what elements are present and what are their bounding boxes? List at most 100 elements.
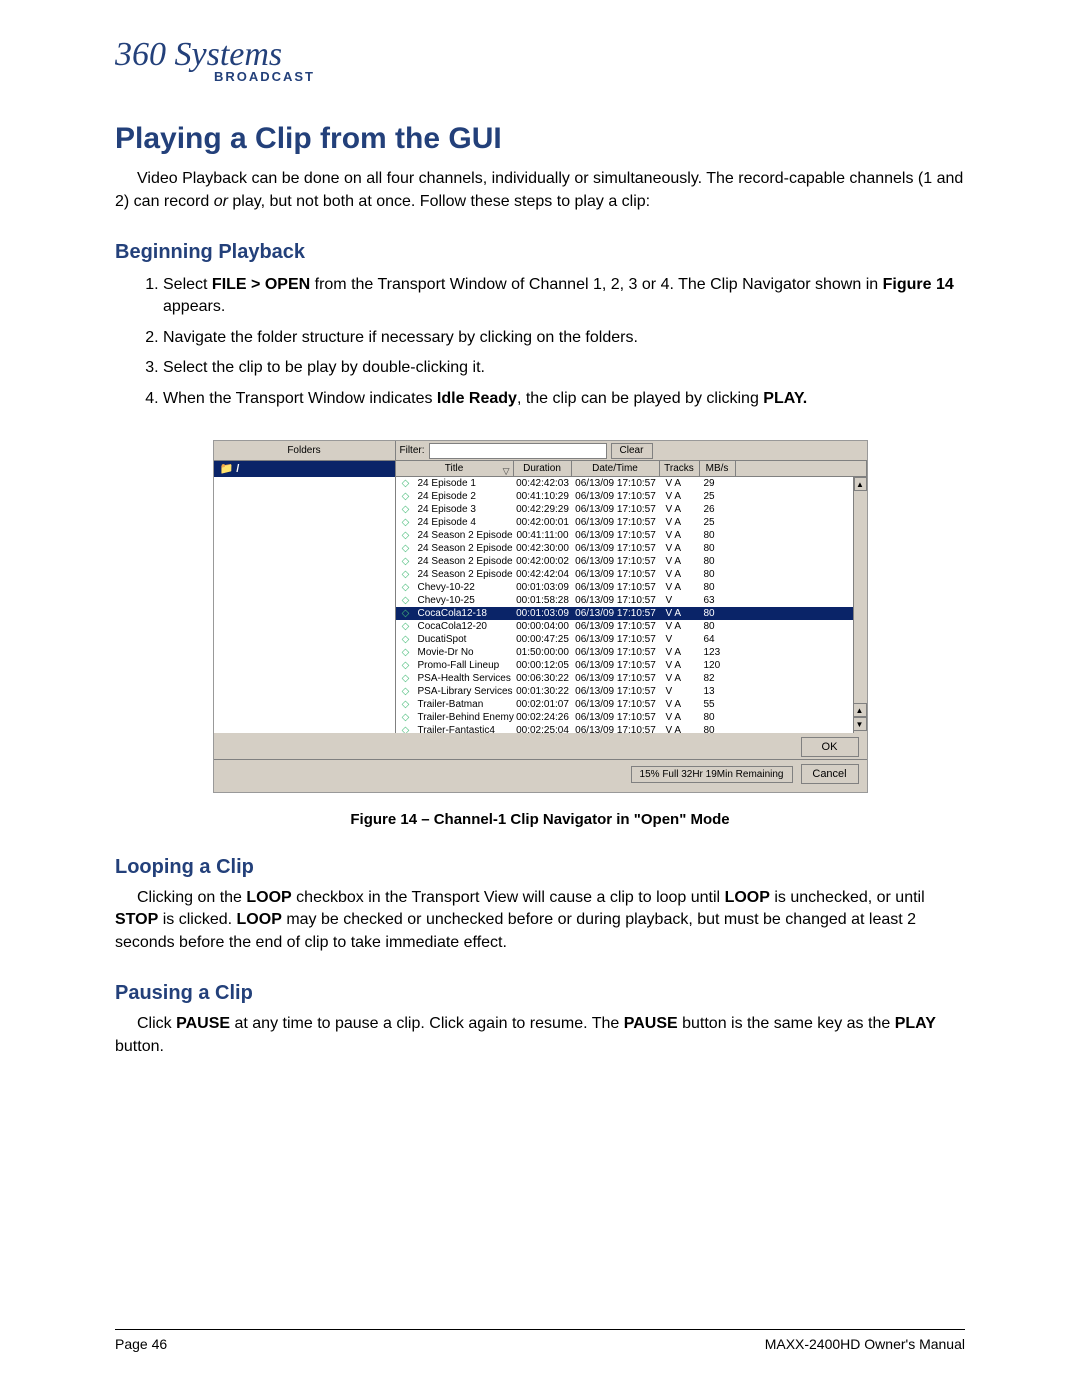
cell-mbs: 13 [700, 685, 736, 698]
table-row[interactable]: ◇Chevy-10-2500:01:58:2806/13/09 17:10:57… [396, 594, 867, 607]
cell-datetime: 06/13/09 17:10:57 [572, 516, 660, 529]
table-row[interactable]: ◇24 Episode 100:42:42:0306/13/09 17:10:5… [396, 477, 867, 490]
sort-desc-icon: ▽ [503, 464, 510, 476]
cell-tracks: V A [660, 620, 700, 633]
clip-icon: ◇ [396, 594, 416, 607]
logo-text: 360 Systems [115, 40, 325, 71]
filter-input[interactable] [429, 443, 607, 459]
table-row[interactable]: ◇24 Season 2 Episode 100:42:42:0406/13/0… [396, 568, 867, 581]
cell-tracks: V A [660, 555, 700, 568]
cell-duration: 00:02:25:04 [514, 724, 572, 733]
table-row[interactable]: ◇PSA-Health Services00:06:30:2206/13/09 … [396, 672, 867, 685]
table-row[interactable]: ◇CocaCola12-2000:00:04:0006/13/09 17:10:… [396, 620, 867, 633]
table-row[interactable]: ◇DucatiSpot00:00:47:2506/13/09 17:10:57V… [396, 633, 867, 646]
cell-datetime: 06/13/09 17:10:57 [572, 490, 660, 503]
table-row[interactable]: ◇24 Episode 300:42:29:2906/13/09 17:10:5… [396, 503, 867, 516]
cell-title: PSA-Health Services [416, 672, 514, 685]
cell-duration: 00:02:24:26 [514, 711, 572, 724]
table-row[interactable]: ◇Trailer-Batman00:02:01:0706/13/09 17:10… [396, 698, 867, 711]
cell-title: Promo-Fall Lineup [416, 659, 514, 672]
cell-tracks: V A [660, 529, 700, 542]
clear-button[interactable]: Clear [611, 443, 653, 459]
cell-tracks: V A [660, 672, 700, 685]
col-duration[interactable]: Duration [514, 461, 572, 476]
cell-datetime: 06/13/09 17:10:57 [572, 685, 660, 698]
table-row[interactable]: ◇Movie-Dr No01:50:00:0006/13/09 17:10:57… [396, 646, 867, 659]
cell-datetime: 06/13/09 17:10:57 [572, 555, 660, 568]
clip-icon: ◇ [396, 646, 416, 659]
table-row[interactable]: ◇Promo-Fall Lineup00:00:12:0506/13/09 17… [396, 659, 867, 672]
cell-duration: 00:01:58:28 [514, 594, 572, 607]
table-row[interactable]: ◇24 Season 2 Episode 200:41:11:0006/13/0… [396, 529, 867, 542]
clip-list-header: Title▽ Duration Date/Time Tracks MB/s [396, 461, 867, 477]
scrollbar-main[interactable]: ▲ ▲ ▼ [853, 477, 867, 733]
ok-button[interactable]: OK [801, 737, 859, 757]
cancel-button[interactable]: Cancel [801, 764, 859, 784]
table-row[interactable]: ◇24 Season 2 Episode 400:42:00:0206/13/0… [396, 555, 867, 568]
step-1: Select FILE > OPEN from the Transport Wi… [163, 274, 965, 319]
folders-tree[interactable]: 📁 / [214, 461, 396, 733]
cell-tracks: V A [660, 711, 700, 724]
heading-pausing: Pausing a Clip [115, 982, 965, 1005]
cell-duration: 00:42:42:03 [514, 477, 572, 490]
clip-icon: ◇ [396, 685, 416, 698]
table-row[interactable]: ◇24 Episode 400:42:00:0106/13/09 17:10:5… [396, 516, 867, 529]
cell-title: 24 Episode 2 [416, 490, 514, 503]
cell-mbs: 80 [700, 542, 736, 555]
scroll-up-icon[interactable]: ▲ [854, 477, 867, 491]
cell-mbs: 120 [700, 659, 736, 672]
cell-datetime: 06/13/09 17:10:57 [572, 672, 660, 685]
heading-looping: Looping a Clip [115, 856, 965, 879]
table-row[interactable]: ◇Trailer-Behind Enemy Lines00:02:24:2606… [396, 711, 867, 724]
col-tracks[interactable]: Tracks [660, 461, 700, 476]
cell-tracks: V [660, 685, 700, 698]
cell-duration: 00:00:47:25 [514, 633, 572, 646]
cell-title: 24 Episode 3 [416, 503, 514, 516]
clip-icon: ◇ [396, 659, 416, 672]
col-title[interactable]: Title▽ [396, 461, 514, 476]
cell-duration: 00:00:12:05 [514, 659, 572, 672]
intro-paragraph: Video Playback can be done on all four c… [115, 168, 965, 213]
cell-mbs: 64 [700, 633, 736, 646]
table-row[interactable]: ◇PSA-Library Services00:01:30:2206/13/09… [396, 685, 867, 698]
col-mbs[interactable]: MB/s [700, 461, 736, 476]
cell-title: 24 Season 2 Episode 4 [416, 555, 514, 568]
folders-panel-header: Folders [214, 441, 396, 460]
filter-label: Filter: [400, 445, 425, 456]
cell-duration: 00:01:03:09 [514, 607, 572, 620]
table-row[interactable]: ◇24 Season 2 Episode 300:42:30:0006/13/0… [396, 542, 867, 555]
cell-duration: 00:41:11:00 [514, 529, 572, 542]
folder-root[interactable]: 📁 / [214, 461, 395, 476]
cell-datetime: 06/13/09 17:10:57 [572, 594, 660, 607]
clip-icon: ◇ [396, 516, 416, 529]
cell-duration: 00:00:04:00 [514, 620, 572, 633]
clip-navigator-window: Folders Filter: Clear 📁 / Title▽ Duratio… [213, 440, 868, 793]
cell-duration: 01:50:00:00 [514, 646, 572, 659]
clip-icon: ◇ [396, 620, 416, 633]
cell-duration: 00:42:30:00 [514, 542, 572, 555]
cell-mbs: 80 [700, 620, 736, 633]
clip-icon: ◇ [396, 672, 416, 685]
table-row[interactable]: ◇CocaCola12-1800:01:03:0906/13/09 17:10:… [396, 607, 867, 620]
clip-icon: ◇ [396, 542, 416, 555]
cell-title: Trailer-Batman [416, 698, 514, 711]
col-datetime[interactable]: Date/Time [572, 461, 660, 476]
cell-datetime: 06/13/09 17:10:57 [572, 711, 660, 724]
logo: 360 Systems BROADCAST [115, 40, 325, 82]
cell-datetime: 06/13/09 17:10:57 [572, 659, 660, 672]
cell-title: CocaCola12-20 [416, 620, 514, 633]
table-row[interactable]: ◇Trailer-Fantastic400:02:25:0406/13/09 1… [396, 724, 867, 733]
steps-list: Select FILE > OPEN from the Transport Wi… [115, 274, 965, 410]
clip-icon: ◇ [396, 607, 416, 620]
table-row[interactable]: ◇24 Episode 200:41:10:2906/13/09 17:10:5… [396, 490, 867, 503]
clip-icon: ◇ [396, 568, 416, 581]
cell-tracks: V A [660, 516, 700, 529]
clip-list[interactable]: ◇24 Episode 100:42:42:0306/13/09 17:10:5… [396, 477, 867, 733]
scroll-up-icon-2[interactable]: ▲ [853, 703, 867, 717]
scroll-down-icon[interactable]: ▼ [853, 717, 867, 731]
cell-mbs: 80 [700, 724, 736, 733]
cell-tracks: V A [660, 581, 700, 594]
clip-icon: ◇ [396, 698, 416, 711]
table-row[interactable]: ◇Chevy-10-2200:01:03:0906/13/09 17:10:57… [396, 581, 867, 594]
cell-title: 24 Season 2 Episode 3 [416, 542, 514, 555]
